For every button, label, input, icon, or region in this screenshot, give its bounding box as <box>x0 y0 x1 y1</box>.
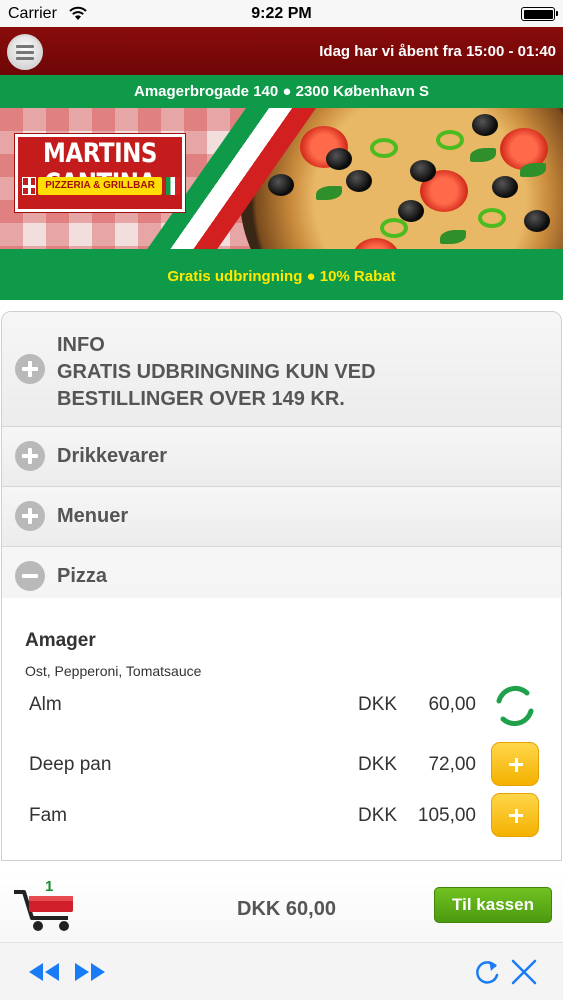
accordion-drinks[interactable]: Drikkevarer <box>2 427 561 487</box>
accordion-pizza[interactable]: Pizza Amager Ost, Pepperoni, Tomatsauce … <box>2 547 561 860</box>
currency-label: DKK <box>358 694 398 715</box>
opening-hours: Idag har vi åbent fra 15:00 - 01:40 <box>319 43 556 60</box>
hamburger-menu-icon[interactable] <box>7 34 43 70</box>
rewind-icon[interactable] <box>26 957 62 987</box>
fast-forward-icon[interactable] <box>72 957 108 987</box>
price-row: Fam DKK 105,00 <box>29 793 539 839</box>
top-bar: Idag har vi åbent fra 15:00 - 01:40 <box>0 27 563 75</box>
reload-icon[interactable] <box>469 957 505 987</box>
price-row: Deep pan DKK 72,00 <box>29 742 539 788</box>
status-bar: Carrier 9:22 PM <box>0 0 563 27</box>
info-line-1: GRATIS UDBRINGNING KUN VED <box>57 361 376 383</box>
promo-bar: Gratis udbringning ● 10% Rabat <box>0 249 563 300</box>
pizza-panel: Amager Ost, Pepperoni, Tomatsauce Alm DK… <box>2 598 561 860</box>
info-title: INFO <box>57 334 105 356</box>
battery-icon <box>521 7 558 21</box>
logo-subtitle: PIZZERIA & GRILLBAR <box>38 177 162 195</box>
plus-circle-icon <box>15 354 45 384</box>
accordion-header-menus[interactable]: Menuer <box>2 487 561 546</box>
minus-circle-icon <box>15 561 45 591</box>
menu-accordion: INFO GRATIS UDBRINGNING KUN VED BESTILLI… <box>1 311 562 861</box>
info-line-2: BESTILLINGER OVER 149 KR. <box>57 388 345 410</box>
add-to-cart-button[interactable] <box>491 742 539 786</box>
price-value: 105,00 <box>417 805 476 826</box>
plus-circle-icon <box>15 441 45 471</box>
category-label: Menuer <box>57 505 129 527</box>
price-value: 60,00 <box>428 694 476 715</box>
restaurant-logo: MARTINS CANTINA PIZZERIA & GRILLBAR <box>15 134 185 212</box>
accordion-header-drinks[interactable]: Drikkevarer <box>2 427 561 486</box>
price-row: Alm DKK 60,00 <box>29 682 539 728</box>
restaurant-banner: MARTINS CANTINA PIZZERIA & GRILLBAR <box>0 108 563 249</box>
price-value: 72,00 <box>428 754 476 775</box>
checkout-button[interactable]: Til kassen <box>434 887 552 923</box>
address-bar: Amagerbrogade 140 ● 2300 København S <box>0 75 563 108</box>
add-to-cart-button[interactable] <box>491 793 539 837</box>
size-label: Alm <box>29 694 62 715</box>
product-description: Ost, Pepperoni, Tomatsauce <box>25 663 202 679</box>
italian-flag-icon <box>166 177 180 195</box>
currency-label: DKK <box>358 805 398 826</box>
spinner-icon <box>496 685 534 727</box>
accordion-menus[interactable]: Menuer <box>2 487 561 547</box>
close-icon[interactable] <box>506 957 542 987</box>
browser-toolbar <box>0 942 563 1000</box>
status-time: 9:22 PM <box>251 5 312 22</box>
plus-circle-icon <box>15 501 45 531</box>
divider <box>12 860 551 861</box>
size-label: Deep pan <box>29 754 112 775</box>
accordion-header-info[interactable]: INFO GRATIS UDBRINGNING KUN VED BESTILLI… <box>2 312 561 426</box>
cart-bar: 1 DKK 60,00 Til kassen <box>0 870 563 942</box>
product-name: Amager <box>25 630 96 651</box>
accordion-header-pizza[interactable]: Pizza <box>2 547 561 598</box>
danish-flag-icon <box>22 177 36 195</box>
accordion-info[interactable]: INFO GRATIS UDBRINGNING KUN VED BESTILLI… <box>2 312 561 427</box>
currency-label: DKK <box>358 754 398 775</box>
cart-count-badge: 1 <box>45 878 54 895</box>
category-label: Drikkevarer <box>57 445 168 467</box>
size-label: Fam <box>29 805 67 826</box>
